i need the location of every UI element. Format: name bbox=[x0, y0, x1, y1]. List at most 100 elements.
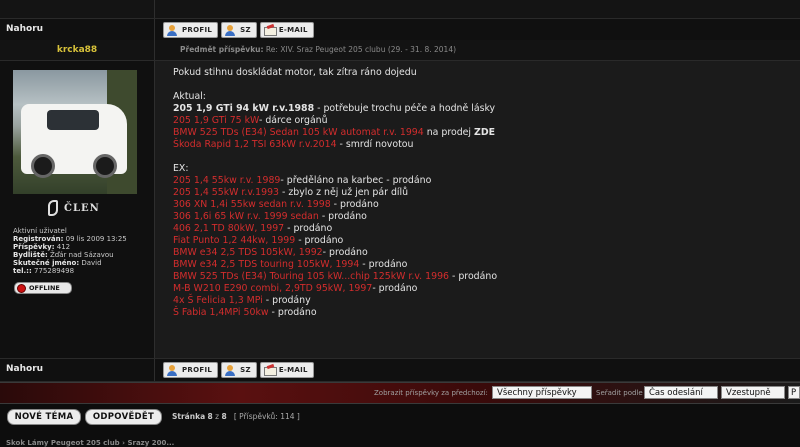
current-item: Škoda Rapid 1,2 TSI 63kW r.v.2014 - smrd… bbox=[173, 139, 497, 151]
realname-info: Skutečné jméno: David bbox=[13, 259, 102, 267]
page-label: Stránka bbox=[172, 412, 206, 421]
new-topic-button[interactable]: NOVÉ TÉMA bbox=[7, 409, 81, 425]
post-header: krcka88 Předmět příspěvku: Re: XIV. Sraz… bbox=[0, 40, 800, 61]
realname-value: David bbox=[81, 259, 102, 267]
column-divider bbox=[154, 40, 155, 60]
ex-item: Š Fabia 1,4MPi 50kw - prodáno bbox=[173, 307, 497, 319]
page-of: z bbox=[215, 412, 220, 421]
private-message-button[interactable]: SZ bbox=[221, 362, 257, 378]
current-heading: Aktual: bbox=[173, 91, 206, 102]
profile-button[interactable]: PROFIL bbox=[163, 362, 219, 378]
breadcrumb-bottom: Skok Lámy Peugeot 205 club › Srazy 200..… bbox=[0, 438, 800, 447]
current-car-note: - smrdí novotou bbox=[336, 139, 414, 150]
show-posts-label: Zobrazit příspěvky za předchozí: bbox=[374, 389, 488, 397]
intro-line: Pokud stihnu doskládat motor, tak zítra … bbox=[173, 67, 417, 78]
author-profile-panel: ČLEN Aktivní uživatel Registrován: 09 li… bbox=[0, 61, 155, 358]
phone-value: 775289498 bbox=[34, 267, 75, 275]
back-to-top-link[interactable]: Nahoru bbox=[6, 24, 43, 34]
envelope-icon bbox=[263, 365, 277, 376]
post-count-info: Příspěvky: 412 bbox=[13, 243, 70, 251]
ex-item: 4x Š Felicia 1,3 MPi - prodány bbox=[173, 295, 497, 307]
ex-item: 306 XN 1,4i 55kw sedan r.v. 1998 - prodá… bbox=[173, 199, 497, 211]
car-window bbox=[47, 110, 99, 130]
online-status-label: OFFLINE bbox=[29, 284, 60, 292]
ex-car-note: - předěláno na karbec - prodáno bbox=[280, 175, 432, 186]
column-divider bbox=[154, 19, 155, 41]
car-wheel bbox=[93, 154, 117, 178]
ex-car-name: 205 1,4 55kw r.v. 1989 bbox=[173, 175, 281, 186]
ex-car-note: - prodáno bbox=[322, 247, 368, 258]
email-button[interactable]: E-MAIL bbox=[259, 362, 314, 378]
ex-car-name: BMW e34 2,5 TDS touring 105kW, 1994 bbox=[173, 259, 360, 270]
profile-button[interactable]: PROFIL bbox=[163, 22, 219, 38]
avatar bbox=[13, 70, 137, 194]
user-icon bbox=[166, 24, 179, 36]
ex-car-name: Š Fabia 1,4MPi 50kw bbox=[173, 307, 269, 318]
ex-car-name: 4x Š Felicia 1,3 MPi bbox=[173, 295, 263, 306]
ex-item: BMW 525 TDs (E34) Touring 105 kW...chip … bbox=[173, 271, 497, 283]
ex-car-name: BMW 525 TDs (E34) Touring 105 kW...chip … bbox=[173, 271, 449, 282]
ex-item: Fiat Punto 1,2 44kw, 1999 - prodáno bbox=[173, 235, 497, 247]
post-subject: Předmět příspěvku: Re: XIV. Sraz Peugeot… bbox=[180, 45, 456, 54]
subject-text: Re: XIV. Sraz Peugeot 205 clubu (29. - 3… bbox=[265, 45, 457, 54]
ex-car-note: - prodány bbox=[262, 295, 311, 306]
ex-heading: EX: bbox=[173, 163, 189, 174]
current-car-name: BMW 525 TDs (E34) Sedan 105 kW automat r… bbox=[173, 127, 424, 138]
ex-item: 205 1,4 55kW r.v.1993 - zbylo z něj už j… bbox=[173, 187, 497, 199]
sort-key-select[interactable]: Čas odeslání bbox=[644, 386, 718, 399]
ex-car-note: - prodáno bbox=[284, 223, 333, 234]
rank-badge: ČLEN bbox=[46, 200, 100, 216]
page-current: 8 bbox=[207, 412, 213, 421]
post-author[interactable]: krcka88 bbox=[0, 45, 154, 55]
ex-car-name: 306 1,6i 65 kW r.v. 1999 sedan bbox=[173, 211, 319, 222]
phone-info: tel.:: 775289498 bbox=[13, 267, 74, 275]
current-item: 205 1,9 GTi 75 kW- dárce orgánů bbox=[173, 115, 497, 127]
ex-item: 306 1,6i 65 kW r.v. 1999 sedan - prodáno bbox=[173, 211, 497, 223]
go-button[interactable]: P bbox=[788, 386, 800, 399]
ex-car-name: 205 1,4 55kW r.v.1993 bbox=[173, 187, 280, 198]
ex-item: BMW e34 2,5 TDS touring 105kW, 1994 - pr… bbox=[173, 259, 497, 271]
page-total: 8 bbox=[221, 412, 227, 421]
posts-value: 412 bbox=[56, 243, 71, 251]
reply-button[interactable]: ODPOVĚDĚT bbox=[85, 409, 162, 425]
users-icon bbox=[224, 364, 237, 376]
registered-value: 09 lis 2009 13:25 bbox=[65, 235, 127, 243]
current-car-note: - dárce orgánů bbox=[258, 115, 328, 126]
back-to-top-link[interactable]: Nahoru bbox=[6, 364, 43, 374]
online-status-badge: OFFLINE bbox=[14, 282, 72, 294]
rank-label: ČLEN bbox=[64, 202, 100, 214]
current-car-name: 205 1,9 GTi 94 kW r.v.1988 bbox=[173, 103, 315, 114]
email-button[interactable]: E-MAIL bbox=[259, 22, 314, 38]
location-label: Bydliště: bbox=[13, 251, 48, 259]
profile-button-strip: PROFIL SZ E-MAIL bbox=[163, 22, 314, 38]
pagination-info: Stránka 8 z 8 [ Příspěvků: 114 ] bbox=[172, 412, 300, 421]
private-message-button[interactable]: SZ bbox=[221, 22, 257, 38]
show-posts-select[interactable]: Všechny příspěvky bbox=[492, 386, 592, 399]
sale-link[interactable]: ZDE bbox=[474, 127, 495, 138]
ex-car-note: - prodáno bbox=[359, 259, 408, 270]
subject-label: Předmět příspěvku: bbox=[180, 45, 264, 54]
ex-car-name: M-B W210 E290 combi, 2,9TD 95kW, 1997 bbox=[173, 283, 373, 294]
users-icon bbox=[224, 24, 237, 36]
current-item: BMW 525 TDs (E34) Sedan 105 kW automat r… bbox=[173, 127, 497, 139]
profile-button-label: PROFIL bbox=[182, 366, 213, 374]
ex-car-note: - prodáno bbox=[318, 211, 367, 222]
ex-car-name: 406 2,1 TD 80kW, 1997 bbox=[173, 223, 285, 234]
post-footer-bar-bottom: Nahoru PROFIL SZ E-MAIL bbox=[0, 358, 800, 382]
ex-car-note: - prodáno bbox=[268, 307, 317, 318]
envelope-icon bbox=[263, 25, 277, 36]
column-divider bbox=[154, 0, 155, 18]
sort-order-select[interactable]: Vzestupně bbox=[721, 386, 785, 399]
current-car-name: Škoda Rapid 1,2 TSI 63kW r.v.2014 bbox=[173, 139, 337, 150]
pm-button-label: SZ bbox=[240, 366, 251, 374]
user-icon bbox=[166, 364, 179, 376]
post-footer-bar-top: Nahoru PROFIL SZ E-MAIL bbox=[0, 18, 800, 42]
display-filter-bar: Zobrazit příspěvky za předchozí: Všechny… bbox=[0, 382, 800, 404]
ex-item: 205 1,4 55kw r.v. 1989- předěláno na kar… bbox=[173, 175, 497, 187]
realname-label: Skutečné jméno: bbox=[13, 259, 80, 267]
profile-button-strip: PROFIL SZ E-MAIL bbox=[163, 362, 314, 378]
current-car-name: 205 1,9 GTi 75 kW bbox=[173, 115, 259, 126]
ex-car-name: 306 XN 1,4i 55kw sedan r.v. 1998 bbox=[173, 199, 331, 210]
user-status: Aktivní uživatel bbox=[13, 227, 67, 235]
posts-count: [ Příspěvků: 114 ] bbox=[233, 412, 300, 421]
